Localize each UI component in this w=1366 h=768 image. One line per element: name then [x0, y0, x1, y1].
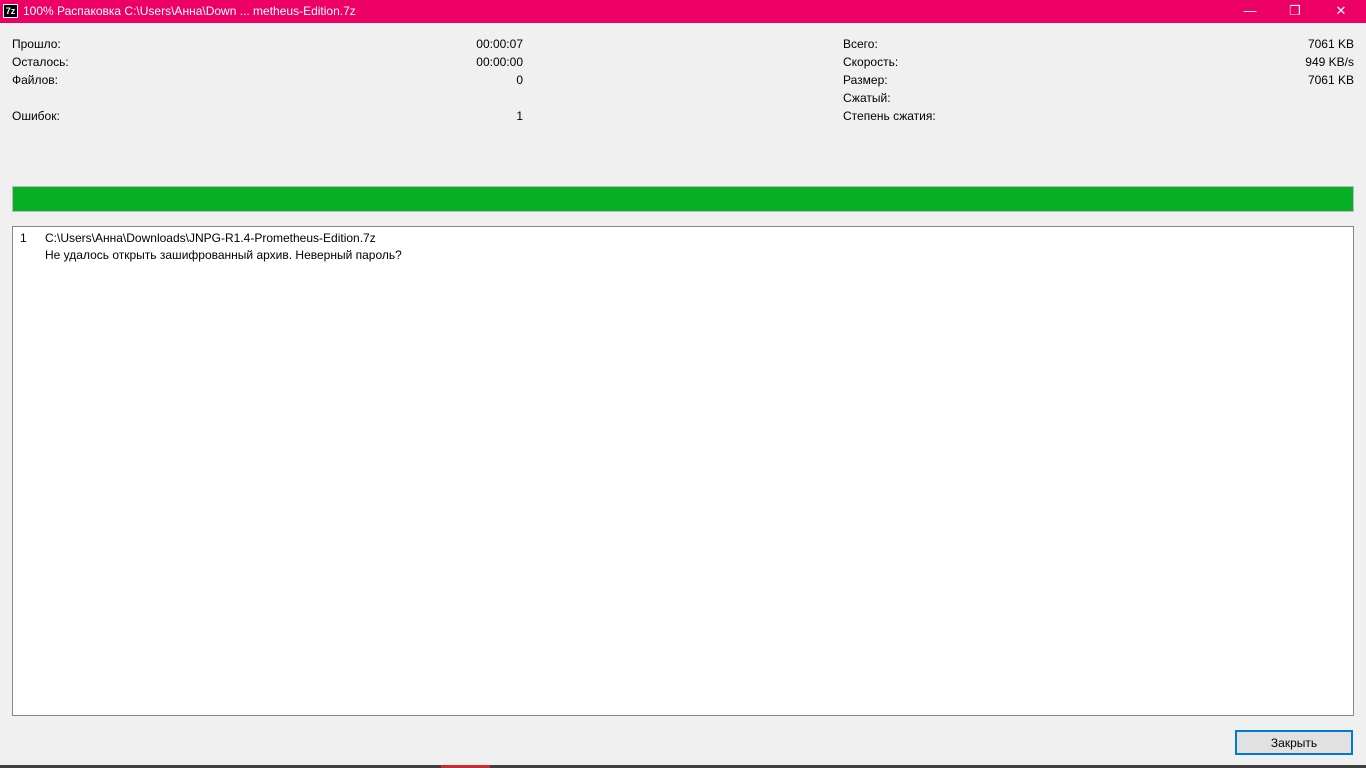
- remaining-value: 00:00:00: [476, 55, 523, 69]
- log-entry-number: 1: [20, 231, 27, 245]
- files-value: 0: [516, 73, 523, 87]
- title-bar: 7z 100% Распаковка C:\Users\Анна\Down ..…: [0, 0, 1366, 23]
- elapsed-value: 00:00:07: [476, 37, 523, 51]
- errors-label: Ошибок:: [12, 109, 60, 123]
- log-entry-path: C:\Users\Анна\Downloads\JNPG-R1.4-Promet…: [45, 231, 376, 245]
- total-label: Всего:: [843, 37, 878, 51]
- elapsed-label: Прошло:: [12, 37, 61, 51]
- minimize-button[interactable]: —: [1227, 0, 1273, 23]
- close-button[interactable]: Закрыть: [1235, 730, 1353, 755]
- remaining-label: Осталось:: [12, 55, 69, 69]
- files-label: Файлов:: [12, 73, 59, 87]
- window-title: 100% Распаковка C:\Users\Анна\Down ... m…: [23, 4, 356, 18]
- size-label: Размер:: [843, 73, 888, 87]
- close-window-button[interactable]: ✕: [1318, 0, 1364, 23]
- 7zip-app-icon: 7z: [3, 4, 18, 18]
- packed-label: Сжатый:: [843, 91, 891, 105]
- log-entry-message: Не удалось открыть зашифрованный архив. …: [45, 248, 402, 262]
- progress-fill: [13, 187, 1353, 211]
- error-log-list[interactable]: 1 C:\Users\Анна\Downloads\JNPG-R1.4-Prom…: [12, 226, 1354, 716]
- total-value: 7061 KB: [1307, 37, 1354, 51]
- progress-bar: [12, 186, 1354, 212]
- errors-value: 1: [516, 109, 523, 123]
- ratio-label: Степень сжатия:: [843, 109, 936, 123]
- size-value: 7061 KB: [1307, 73, 1354, 87]
- speed-value: 949 KB/s: [1305, 55, 1354, 69]
- speed-label: Скорость:: [843, 55, 899, 69]
- restore-button[interactable]: ❐: [1272, 0, 1318, 23]
